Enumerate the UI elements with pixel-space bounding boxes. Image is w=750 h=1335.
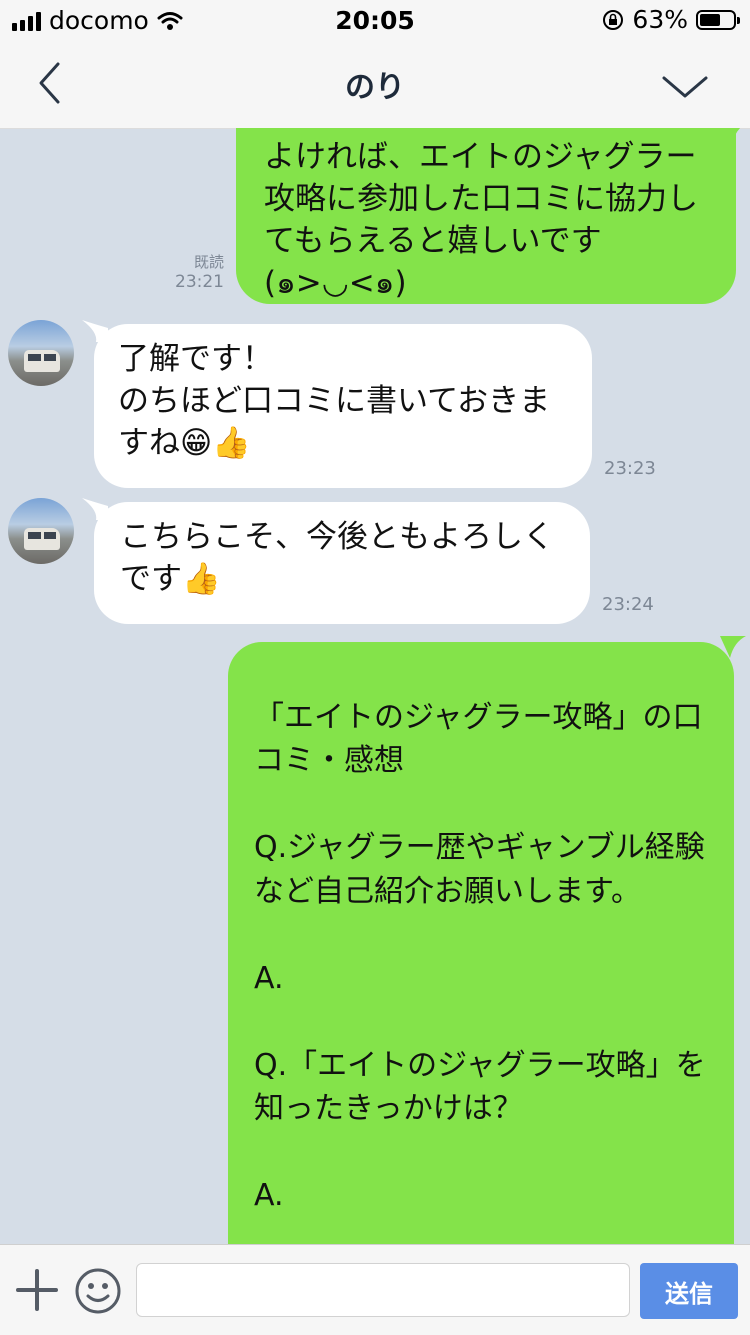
message-input[interactable] — [136, 1263, 630, 1317]
bubble-tail — [724, 128, 741, 144]
battery-icon — [696, 9, 740, 30]
status-bar: docomo 20:05 63% — [0, 0, 750, 40]
battery-percent: 63% — [632, 5, 688, 34]
bubble-tail — [720, 636, 746, 658]
message-input-bar: 送信 — [0, 1244, 750, 1335]
message-time: 23:24 — [602, 594, 654, 615]
chevron-down-icon — [662, 76, 708, 98]
status-right: 63% — [602, 5, 740, 34]
chat-header: のり — [0, 40, 750, 129]
message-meta: 既読 23:21 — [160, 252, 224, 292]
chat-title: のり — [345, 70, 405, 105]
avatar[interactable] — [8, 498, 74, 564]
plus-icon — [16, 1269, 58, 1311]
emoji-button[interactable] — [74, 1267, 122, 1315]
incoming-message[interactable]: 了解です！ のちほど口コミに書いておきますね😁👍 — [94, 324, 592, 488]
rotation-lock-icon — [603, 9, 624, 30]
plus-button[interactable] — [16, 1269, 58, 1311]
outgoing-message[interactable]: よければ、エイトのジャグラー攻略に参加した口コミに協力してもらえると嬉しいです … — [236, 128, 736, 304]
menu-dropdown-button[interactable] — [660, 68, 710, 104]
message-time: 23:23 — [604, 458, 656, 479]
incoming-message[interactable]: こちらこそ、今後ともよろしくです👍 — [94, 502, 590, 624]
battery-fill — [700, 13, 721, 26]
outgoing-message[interactable]: 「エイトのジャグラー攻略」の口コミ・感想 Q.ジャグラー歴やギャンブル経験など自… — [228, 642, 734, 1244]
send-button[interactable]: 送信 — [640, 1263, 738, 1319]
smiley-icon — [75, 1268, 121, 1314]
avatar[interactable] — [8, 320, 74, 386]
chat-area[interactable]: 既読 23:21 よければ、エイトのジャグラー攻略に参加した口コミに協力してもら… — [0, 128, 750, 1244]
read-receipt: 既読 — [193, 253, 224, 271]
message-time: 23:21 — [175, 272, 224, 292]
